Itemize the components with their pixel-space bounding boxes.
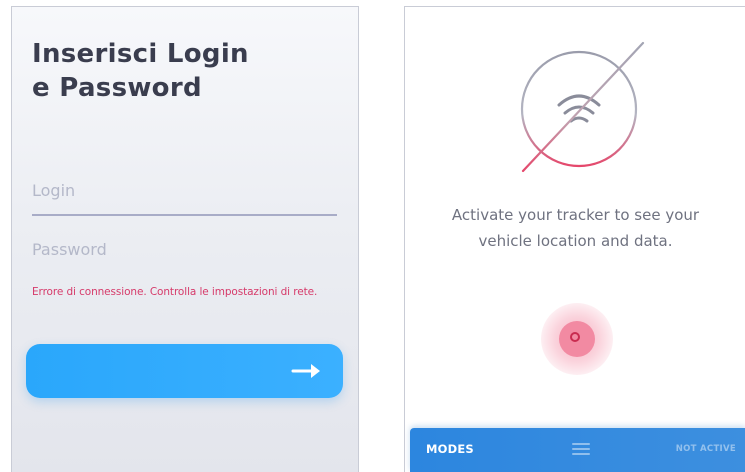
login-input[interactable] [32,177,336,203]
tracker-message-line-1: Activate your tracker to see your [451,206,700,224]
tracker-message-line-2: vehicle location and data. [478,232,673,250]
tracker-screen: Activate your tracker to see your vehicl… [404,6,745,472]
tracker-message: Activate your tracker to see your vehicl… [405,202,745,254]
page-title: Inserisci Login e Password [32,37,249,105]
menu-icon[interactable] [572,443,590,457]
error-message: Errore di connessione. Controlla le impo… [32,286,318,298]
modes-button[interactable]: MODES [426,442,474,456]
title-line-2: e Password [32,73,202,103]
status-badge: NOT ACTIVE [675,444,736,454]
title-line-1: Inserisci Login [32,39,249,69]
password-input[interactable] [32,236,336,262]
submit-button[interactable] [26,344,343,398]
login-underline [32,214,337,216]
login-screen: Inserisci Login e Password Errore di con… [11,6,359,472]
power-circle-icon [559,321,595,357]
power-ring [570,332,580,342]
bottom-bar: MODES NOT ACTIVE [410,428,745,472]
arrow-right-icon [291,364,320,378]
activate-tracker-button[interactable] [541,303,613,375]
tracker-off-icon [520,41,645,173]
